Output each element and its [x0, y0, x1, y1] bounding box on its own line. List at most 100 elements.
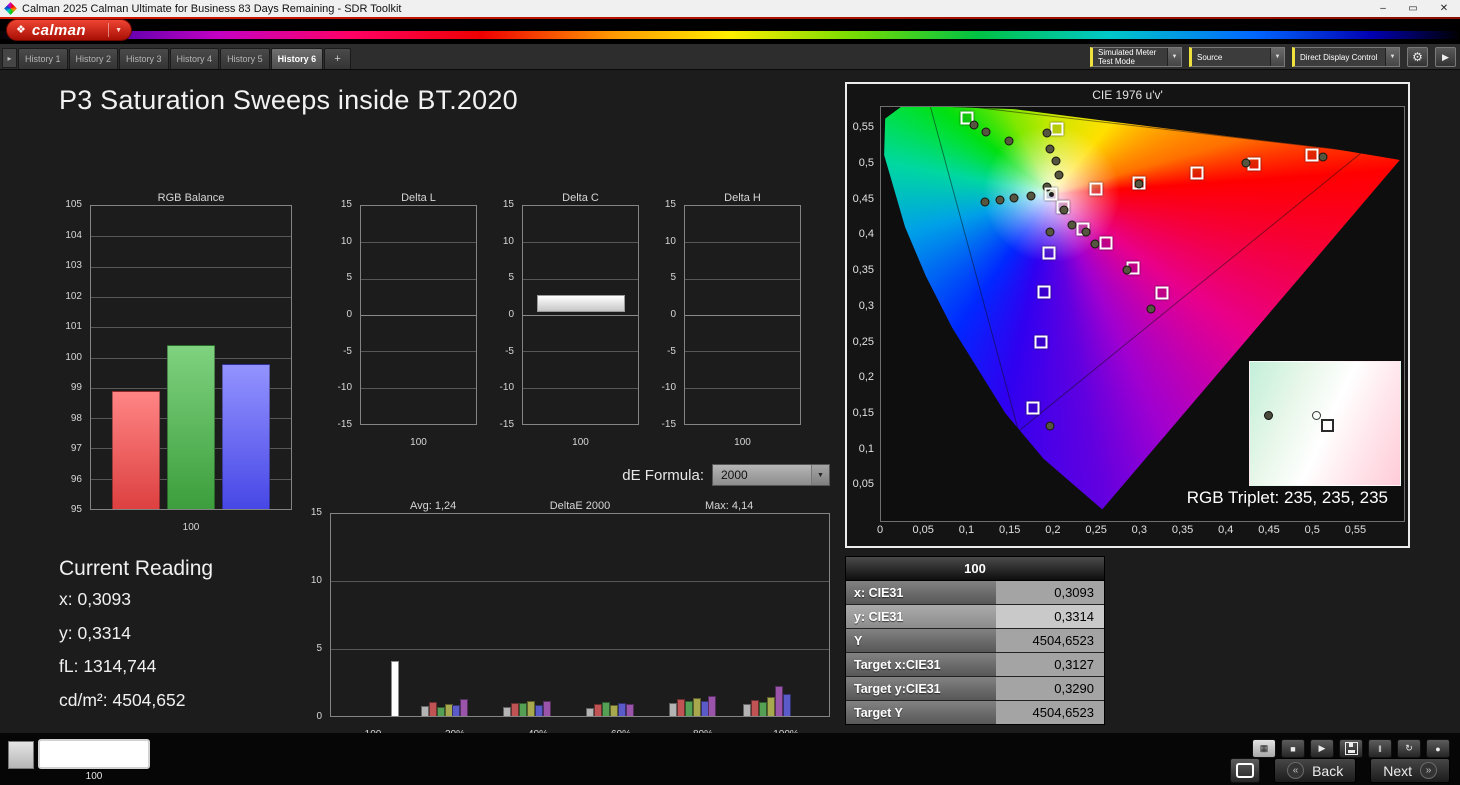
x-tick-label: 0,55 [1345, 524, 1366, 536]
loop-button[interactable]: ↻ [1397, 739, 1421, 758]
pattern-window-mini-button[interactable] [8, 741, 34, 769]
gridline [685, 242, 800, 243]
measurement-dot [1010, 194, 1019, 203]
pause-button[interactable]: ‖ [1368, 739, 1392, 758]
tab-history-4[interactable]: History 4 [170, 48, 220, 69]
table-row[interactable]: Target x:CIE310,3127 [846, 653, 1104, 677]
y-tick-label: 0,4 [859, 228, 874, 240]
stop-button[interactable]: ■ [1281, 739, 1305, 758]
bar [421, 706, 429, 716]
y-tick-label: 10 [503, 237, 514, 247]
row-label: y: CIE31 [846, 605, 996, 628]
calman-mark-icon: ❖ [16, 25, 26, 36]
measurement-dot [1046, 227, 1055, 236]
bar-red [112, 391, 160, 509]
gridline [361, 279, 476, 280]
bar [783, 694, 791, 716]
x-tick-label: 100 [183, 522, 200, 533]
table-row[interactable]: y: CIE310,3314 [846, 605, 1104, 629]
transport-controls: ▦ ■ ▶ ‖ ↻ ● [1252, 739, 1450, 758]
gridline [361, 315, 476, 316]
y-tick-label: 5 [346, 273, 352, 283]
tab-scroll-left-button[interactable]: ▸ [2, 48, 17, 68]
simulated-meter-dropdown[interactable]: Simulated Meter Test Mode ▼ [1090, 47, 1182, 67]
settings-button[interactable]: ⚙ [1407, 47, 1428, 67]
bar [543, 701, 551, 716]
record-button[interactable]: ● [1426, 739, 1450, 758]
tab-history-1[interactable]: History 1 [18, 48, 68, 69]
bar [626, 704, 634, 716]
patch-preview[interactable] [38, 739, 150, 769]
tab-bar: ▸ History 1History 2History 3History 4Hi… [0, 44, 1460, 70]
x-tick-label: 0,45 [1258, 524, 1279, 536]
x-tick-label: 0,25 [1085, 524, 1106, 536]
meter-controls: Simulated Meter Test Mode ▼ Source ▼ Dir… [1090, 47, 1456, 67]
direct-display-control-dropdown[interactable]: Direct Display Control ▼ [1292, 47, 1400, 67]
tab-history-2[interactable]: History 2 [69, 48, 119, 69]
app-icon [4, 2, 17, 15]
maximize-button[interactable]: ▭ [1398, 0, 1428, 17]
measurement-dot [1042, 129, 1051, 138]
measurement-dot [1026, 192, 1035, 201]
save-button[interactable] [1339, 739, 1363, 758]
y-tick-label: 10 [665, 237, 676, 247]
gridline [361, 242, 476, 243]
next-button[interactable]: Next » [1370, 758, 1450, 783]
bar [677, 699, 685, 717]
tab-history-3[interactable]: History 3 [119, 48, 169, 69]
y-tick-label: 0,35 [853, 264, 874, 276]
bar [503, 707, 511, 716]
measurement-dot [1081, 227, 1090, 236]
y-axis: 051015 [298, 513, 326, 717]
back-label: Back [1312, 763, 1343, 779]
play-button[interactable]: ▶ [1310, 739, 1334, 758]
gridline [523, 315, 638, 316]
x-tick-label: 0,1 [959, 524, 974, 536]
add-tab-button[interactable]: + [324, 48, 351, 69]
measurement-dot [1052, 156, 1061, 165]
row-label: x: CIE31 [846, 581, 996, 604]
display-window-button[interactable] [1230, 758, 1260, 783]
de-formula-select[interactable]: 2000 ▼ [712, 464, 830, 486]
delta-c-bar [537, 295, 626, 312]
close-button[interactable]: ✕ [1428, 0, 1460, 17]
y-tick-label: 99 [71, 383, 82, 393]
tab-history-5[interactable]: History 5 [220, 48, 270, 69]
minimize-button[interactable]: – [1368, 0, 1398, 17]
x-tick-label: 0,15 [999, 524, 1020, 536]
y-tick-label: 0 [316, 712, 322, 722]
y-tick-label: 97 [71, 444, 82, 454]
row-value: 0,3314 [996, 605, 1104, 628]
calman-logo-menu[interactable]: ❖ calman ▼ [6, 19, 132, 41]
patch-label: 100 [38, 771, 150, 782]
target-square [1042, 247, 1055, 260]
y-axis: -15-10-5051015 [328, 205, 356, 425]
y-tick-label: 96 [71, 475, 82, 485]
back-button[interactable]: « Back [1274, 758, 1356, 783]
y-tick-label: 95 [71, 505, 82, 515]
white-point-inset [1249, 361, 1401, 486]
bar [693, 698, 701, 716]
bar [445, 704, 453, 716]
y-tick-label: 0 [670, 310, 676, 320]
bottom-bar: 100 ▦ ■ ▶ ‖ ↻ ● « Back Next » [0, 733, 1460, 785]
y-tick-label: 101 [65, 322, 82, 332]
plot-area [90, 205, 292, 510]
advance-button[interactable]: ▶ [1435, 47, 1456, 67]
calman-window: Calman 2025 Calman Ultimate for Business… [0, 0, 1460, 785]
table-row[interactable]: Target Y4504,6523 [846, 701, 1104, 724]
x-axis: 100 [684, 431, 801, 451]
table-row[interactable]: Target y:CIE310,3290 [846, 677, 1104, 701]
gridline [361, 388, 476, 389]
tab-history-6[interactable]: History 6 [271, 48, 324, 69]
source-dropdown[interactable]: Source ▼ [1189, 47, 1285, 67]
table-row[interactable]: Y4504,6523 [846, 629, 1104, 653]
y-tick-label: -15 [662, 420, 676, 430]
table-row[interactable]: x: CIE310,3093 [846, 581, 1104, 605]
x-axis: 100 [360, 431, 477, 451]
y-tick-label: 10 [341, 237, 352, 247]
measurement-circle [1312, 411, 1321, 420]
plot-area [522, 205, 639, 425]
layout-button[interactable]: ▦ [1252, 739, 1276, 758]
plot-area [360, 205, 477, 425]
